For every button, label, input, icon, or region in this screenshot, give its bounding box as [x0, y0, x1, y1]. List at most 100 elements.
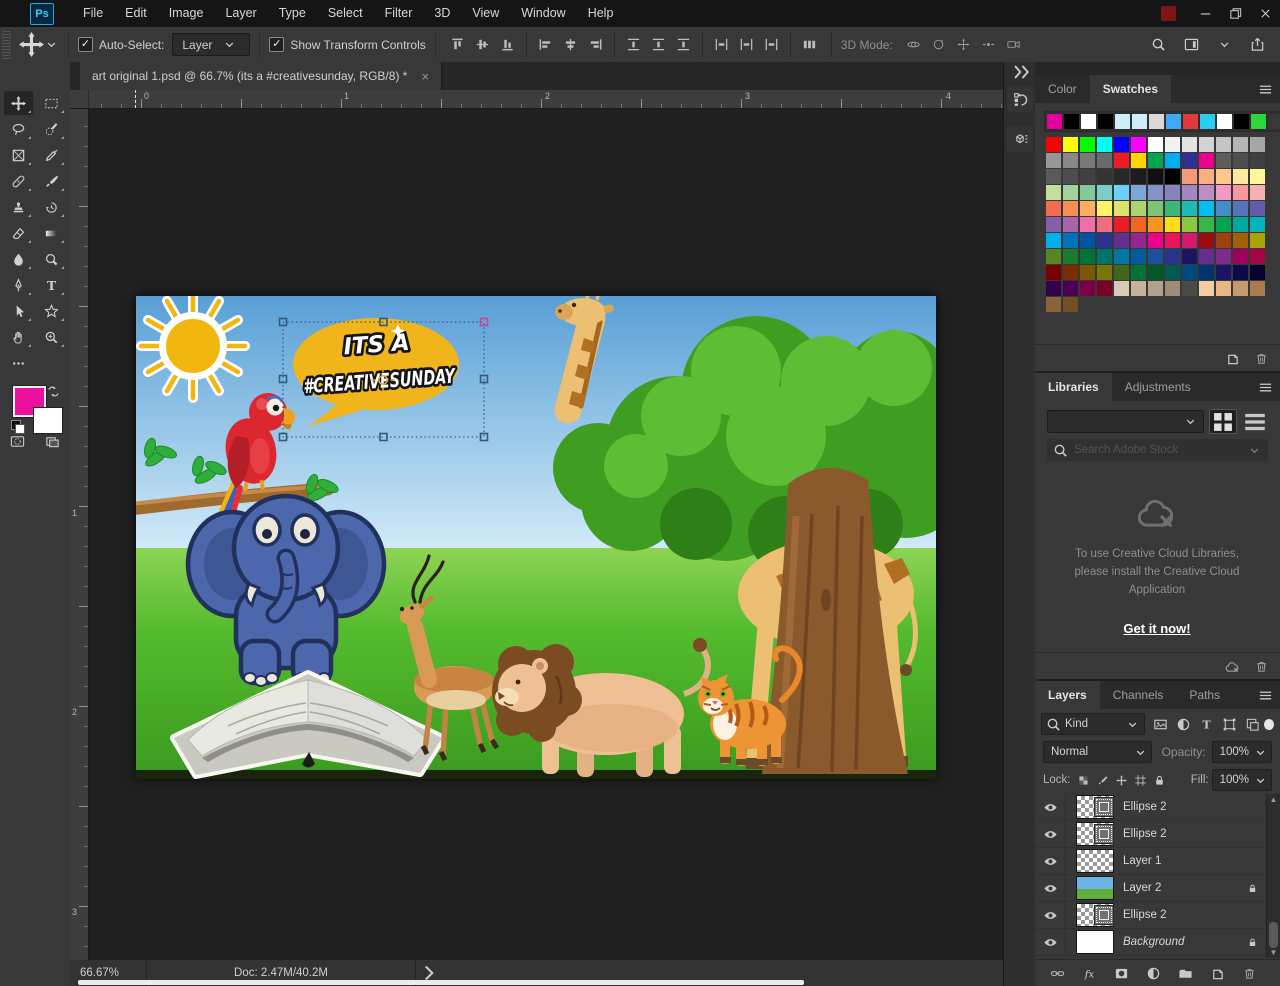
- 3d-pan-button[interactable]: [951, 32, 976, 57]
- color-swatch[interactable]: [1182, 201, 1197, 216]
- pen-tool[interactable]: [4, 273, 33, 297]
- layer-thumbnail[interactable]: [1076, 903, 1114, 927]
- layer-visibility-eye-icon[interactable]: [1035, 821, 1066, 847]
- layer-visibility-eye-icon[interactable]: [1035, 902, 1066, 928]
- align-horizontal-centers-button[interactable]: [558, 32, 583, 57]
- zoom-tool[interactable]: [37, 325, 66, 349]
- color-swatch[interactable]: [1046, 281, 1061, 296]
- brush-tool[interactable]: [37, 169, 66, 193]
- color-swatch[interactable]: [1097, 169, 1112, 184]
- recent-swatch[interactable]: [1217, 114, 1232, 129]
- color-swatch[interactable]: [1233, 265, 1248, 280]
- show-transform-checkbox[interactable]: ✓: [269, 37, 284, 52]
- color-swatch[interactable]: [1250, 217, 1265, 232]
- color-swatch[interactable]: [1131, 137, 1146, 152]
- blend-mode-dropdown[interactable]: Normal: [1043, 741, 1152, 763]
- align-vertical-centers-button[interactable]: [470, 32, 495, 57]
- color-swatch[interactable]: [1233, 233, 1248, 248]
- background-color-swatch[interactable]: [33, 407, 63, 434]
- color-swatch[interactable]: [1165, 217, 1180, 232]
- color-swatch[interactable]: [1148, 281, 1163, 296]
- color-swatch[interactable]: [1080, 281, 1095, 296]
- color-swatch[interactable]: [1250, 153, 1265, 168]
- filter-smart-object-button[interactable]: [1241, 714, 1264, 734]
- color-swatch[interactable]: [1216, 217, 1231, 232]
- layer-row[interactable]: Background: [1035, 929, 1267, 956]
- edit-toolbar-button[interactable]: [4, 351, 33, 375]
- layer-visibility-eye-icon[interactable]: [1035, 848, 1066, 874]
- color-swatch[interactable]: [1063, 185, 1078, 200]
- list-view-button[interactable]: [1242, 410, 1268, 433]
- color-swatch[interactable]: [1046, 249, 1061, 264]
- scrollbar-thumb[interactable]: [1269, 922, 1278, 948]
- color-swatch[interactable]: [1165, 249, 1180, 264]
- color-swatch[interactable]: [1097, 281, 1112, 296]
- color-swatch[interactable]: [1148, 185, 1163, 200]
- align-bottom-edges-button[interactable]: [495, 32, 520, 57]
- filter-toggle[interactable]: [1264, 719, 1274, 730]
- color-swatch[interactable]: [1063, 137, 1078, 152]
- color-swatch[interactable]: [1165, 137, 1180, 152]
- color-swatch[interactable]: [1131, 201, 1146, 216]
- color-swatch[interactable]: [1148, 217, 1163, 232]
- color-swatch[interactable]: [1080, 265, 1095, 280]
- color-swatch[interactable]: [1250, 185, 1265, 200]
- color-swatch[interactable]: [1046, 169, 1061, 184]
- color-swatch[interactable]: [1250, 249, 1265, 264]
- menu-layer[interactable]: Layer: [214, 0, 267, 27]
- menu-type[interactable]: Type: [268, 0, 317, 27]
- recent-swatch[interactable]: [1149, 114, 1164, 129]
- color-swatch[interactable]: [1080, 233, 1095, 248]
- libraries-tab-libraries[interactable]: Libraries: [1035, 373, 1112, 401]
- path-select-tool[interactable]: [4, 299, 33, 323]
- color-swatch[interactable]: [1131, 281, 1146, 296]
- color-swatch[interactable]: [1233, 201, 1248, 216]
- workspace-switcher-button[interactable]: [1179, 32, 1204, 57]
- menu-select[interactable]: Select: [317, 0, 374, 27]
- layer-thumbnail[interactable]: [1076, 795, 1114, 819]
- color-swatch[interactable]: [1046, 297, 1061, 312]
- history-panel-button[interactable]: [1007, 86, 1033, 112]
- color-swatch[interactable]: [1080, 185, 1095, 200]
- recent-swatch[interactable]: [1098, 114, 1113, 129]
- auto-select-target-dropdown[interactable]: Layer: [172, 33, 250, 56]
- share-button[interactable]: [1245, 32, 1270, 57]
- color-swatch[interactable]: [1097, 137, 1112, 152]
- zoom-level-field[interactable]: 66.67%: [70, 967, 146, 979]
- color-swatch[interactable]: [1063, 249, 1078, 264]
- color-swatch[interactable]: [1131, 153, 1146, 168]
- color-swatch[interactable]: [1080, 249, 1095, 264]
- color-swatch[interactable]: [1046, 153, 1061, 168]
- color-swatch[interactable]: [1148, 153, 1163, 168]
- add-mask-button[interactable]: [1111, 966, 1133, 981]
- layers-tab-layers[interactable]: Layers: [1035, 681, 1100, 709]
- marquee-tool[interactable]: [37, 91, 66, 115]
- color-swatch[interactable]: [1046, 185, 1061, 200]
- close-tab-icon[interactable]: ×: [421, 69, 429, 84]
- new-layer-button[interactable]: [1207, 966, 1229, 981]
- distribute-bottom-edges-button[interactable]: [671, 32, 696, 57]
- distribute-right-edges-button[interactable]: [759, 32, 784, 57]
- color-swatch[interactable]: [1216, 185, 1231, 200]
- filter-adjustment-button[interactable]: [1172, 714, 1195, 734]
- color-swatch[interactable]: [1114, 249, 1129, 264]
- lock-artboard-button[interactable]: [1131, 771, 1150, 789]
- align-top-edges-button[interactable]: [445, 32, 470, 57]
- healing-tool[interactable]: [4, 169, 33, 193]
- color-swatch[interactable]: [1114, 233, 1129, 248]
- recent-swatch[interactable]: [1064, 114, 1079, 129]
- layer-row[interactable]: Ellipse 2: [1035, 902, 1267, 929]
- delete-layer-button[interactable]: [1239, 966, 1261, 981]
- color-swatch[interactable]: [1250, 201, 1265, 216]
- layer-row[interactable]: Layer 1: [1035, 848, 1267, 875]
- chevron-down-button[interactable]: [1212, 32, 1237, 57]
- delete-library-button[interactable]: [1250, 659, 1272, 674]
- fill-field[interactable]: 100%: [1212, 769, 1272, 791]
- color-swatch[interactable]: [1199, 281, 1214, 296]
- color-swatch[interactable]: [1063, 169, 1078, 184]
- recent-swatch[interactable]: [1234, 114, 1249, 129]
- swatches-tab-color[interactable]: Color: [1035, 75, 1090, 103]
- color-swatch[interactable]: [1063, 297, 1078, 312]
- lasso-tool[interactable]: [4, 117, 33, 141]
- color-swatch[interactable]: [1046, 137, 1061, 152]
